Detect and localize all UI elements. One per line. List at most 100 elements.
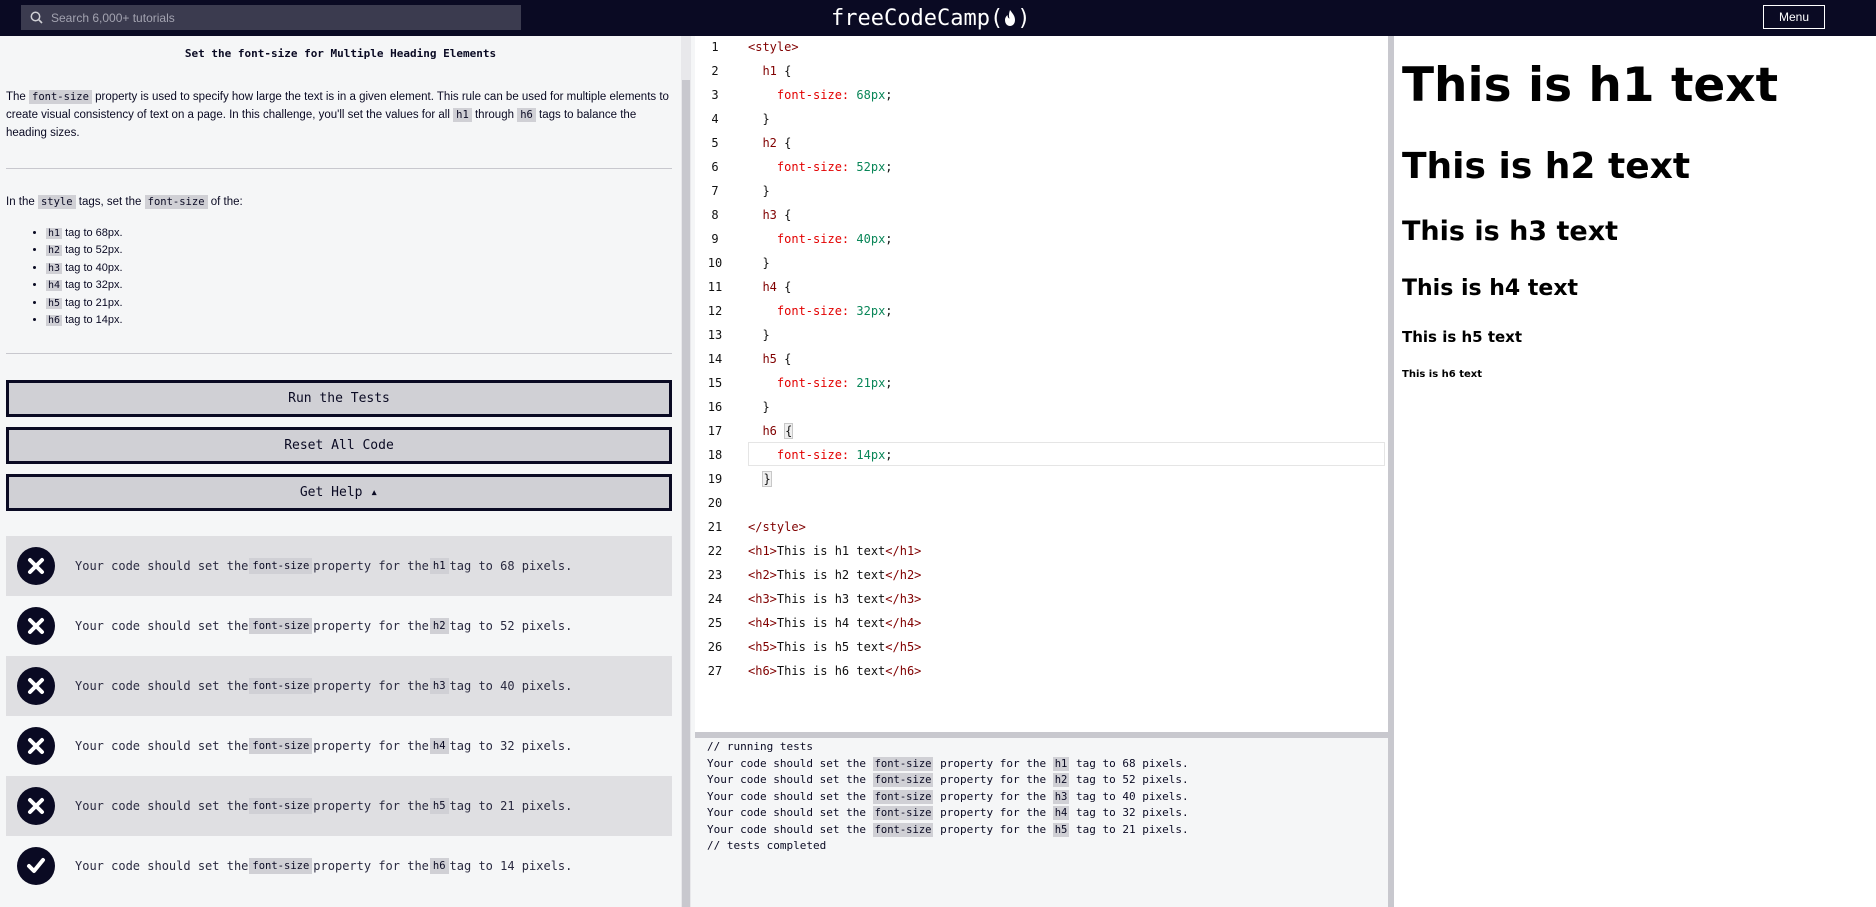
console-line: Your code should set the font-size prope… bbox=[707, 773, 1189, 787]
test-result-item: Your code should set the font-size prope… bbox=[6, 836, 672, 896]
console-line: // tests completed bbox=[707, 839, 827, 852]
code-line: } bbox=[762, 184, 770, 198]
line-number: 14 bbox=[707, 352, 723, 366]
flame-icon bbox=[1004, 9, 1016, 27]
test-console: // running tests Your code should set th… bbox=[695, 738, 1388, 907]
preview-h2: This is h2 text bbox=[1402, 146, 1691, 187]
test-result-item: Your code should set the font-size prope… bbox=[6, 776, 672, 836]
code-line: font-size: 40px; bbox=[776, 232, 893, 246]
preview-h1: This is h1 text bbox=[1402, 58, 1779, 113]
list-item: h4 tag to 32px. bbox=[46, 277, 123, 294]
preview-h4: This is h4 text bbox=[1402, 276, 1579, 301]
code-line: <h6>This is h6 text</h6> bbox=[748, 664, 922, 678]
preview-h3: This is h3 text bbox=[1402, 216, 1619, 247]
search-icon bbox=[21, 5, 51, 30]
test-result-item: Your code should set the font-size prope… bbox=[6, 596, 672, 656]
line-number: 1 bbox=[711, 40, 719, 54]
console-line: Your code should set the font-size prope… bbox=[707, 822, 1189, 837]
fail-icon bbox=[17, 667, 55, 705]
menu-button[interactable]: Menu bbox=[1763, 5, 1825, 29]
code-line: h4 { bbox=[762, 280, 792, 294]
fail-icon bbox=[17, 727, 55, 765]
line-number: 2 bbox=[711, 64, 719, 78]
code-line: h3 { bbox=[762, 208, 792, 222]
code-line: font-size: 32px; bbox=[776, 304, 893, 318]
task-list: h1 tag to 68px. h2 tag to 52px. h3 tag t… bbox=[46, 225, 123, 329]
fail-icon bbox=[17, 607, 55, 645]
code-line: <style> bbox=[748, 40, 799, 54]
divider bbox=[6, 353, 672, 354]
code-line: font-size: 52px; bbox=[776, 160, 893, 174]
line-number: 22 bbox=[707, 544, 723, 558]
fail-icon bbox=[17, 787, 55, 825]
line-number: 16 bbox=[707, 400, 723, 414]
preview-h6: This is h6 text bbox=[1402, 369, 1483, 380]
line-number: 12 bbox=[707, 304, 723, 318]
line-number: 4 bbox=[711, 112, 719, 126]
code-line: h2 { bbox=[762, 136, 792, 150]
line-number: 9 bbox=[711, 232, 719, 246]
console-line: Your code should set the font-size prope… bbox=[707, 756, 1189, 771]
console-line: Your code should set the font-size prope… bbox=[707, 789, 1189, 804]
code-line: <h2>This is h2 text</h2> bbox=[748, 568, 922, 582]
line-number: 26 bbox=[707, 640, 723, 654]
list-item: h6 tag to 14px. bbox=[46, 312, 123, 329]
line-number: 25 bbox=[707, 616, 723, 630]
code-line: h5 { bbox=[762, 352, 792, 366]
test-result-item: Your code should set the font-size prope… bbox=[6, 536, 672, 596]
code-line: } bbox=[762, 471, 772, 487]
line-number: 19 bbox=[707, 472, 723, 486]
line-number: 8 bbox=[711, 208, 719, 222]
code-line: <h5>This is h5 text</h5> bbox=[748, 640, 922, 654]
challenge-instruction: In the style tags, set the font-size of … bbox=[6, 195, 243, 209]
run-tests-button[interactable]: Run the Tests bbox=[6, 380, 672, 417]
list-item: h5 tag to 21px. bbox=[46, 295, 123, 312]
reset-code-button[interactable]: Reset All Code bbox=[6, 427, 672, 464]
challenge-title: Set the font-size for Multiple Heading E… bbox=[184, 47, 497, 60]
code-line: h6 { bbox=[762, 423, 794, 439]
get-help-button[interactable]: Get Help ▴ bbox=[6, 474, 672, 511]
instructions-panel: Set the font-size for Multiple Heading E… bbox=[0, 36, 681, 907]
list-item: h1 tag to 68px. bbox=[46, 225, 123, 242]
code-editor[interactable]: 1 2 3 4 5 6 7 8 9 10 11 12 13 14 15 16 1… bbox=[695, 36, 1388, 732]
line-number: 7 bbox=[711, 184, 719, 198]
scrollbar-thumb[interactable] bbox=[682, 80, 690, 907]
pass-icon bbox=[17, 847, 55, 885]
code-line: } bbox=[762, 256, 770, 270]
line-number: 10 bbox=[707, 256, 723, 270]
fail-icon bbox=[17, 547, 55, 585]
logo-text: freeCodeCamp( bbox=[831, 5, 1004, 31]
instructions-scrollbar[interactable] bbox=[681, 36, 691, 907]
code-line: } bbox=[762, 400, 770, 414]
list-item: h3 tag to 40px. bbox=[46, 260, 123, 277]
code-line: </style> bbox=[748, 520, 806, 534]
line-number: 24 bbox=[707, 592, 723, 606]
list-item: h2 tag to 52px. bbox=[46, 242, 123, 259]
test-result-item: Your code should set the font-size prope… bbox=[6, 656, 672, 716]
line-number: 21 bbox=[707, 520, 723, 534]
line-number: 18 bbox=[707, 448, 723, 462]
code-line: font-size: 14px; bbox=[776, 448, 893, 462]
divider bbox=[6, 168, 672, 169]
freecodecamp-logo[interactable]: freeCodeCamp( ) bbox=[831, 3, 1030, 33]
code-line: h1 { bbox=[762, 64, 792, 78]
code-line: <h4>This is h4 text</h4> bbox=[748, 616, 922, 630]
logo-text-end: ) bbox=[1017, 5, 1031, 31]
code-line: font-size: 68px; bbox=[776, 88, 893, 102]
line-number: 3 bbox=[711, 88, 719, 102]
console-line: // running tests bbox=[707, 740, 813, 753]
line-number: 23 bbox=[707, 568, 723, 582]
line-number: 6 bbox=[711, 160, 719, 174]
line-number: 17 bbox=[707, 424, 723, 438]
code-line: <h3>This is h3 text</h3> bbox=[748, 592, 922, 606]
search-bar[interactable] bbox=[21, 5, 521, 30]
console-line: Your code should set the font-size prope… bbox=[707, 806, 1189, 820]
line-number: 15 bbox=[707, 376, 723, 390]
code-line: font-size: 21px; bbox=[776, 376, 893, 390]
line-number: 13 bbox=[707, 328, 723, 342]
top-navbar: freeCodeCamp( ) Menu bbox=[0, 0, 1876, 36]
line-number: 20 bbox=[707, 496, 723, 510]
search-input[interactable] bbox=[51, 10, 511, 25]
line-number: 5 bbox=[711, 136, 719, 150]
code-line: } bbox=[762, 112, 770, 126]
